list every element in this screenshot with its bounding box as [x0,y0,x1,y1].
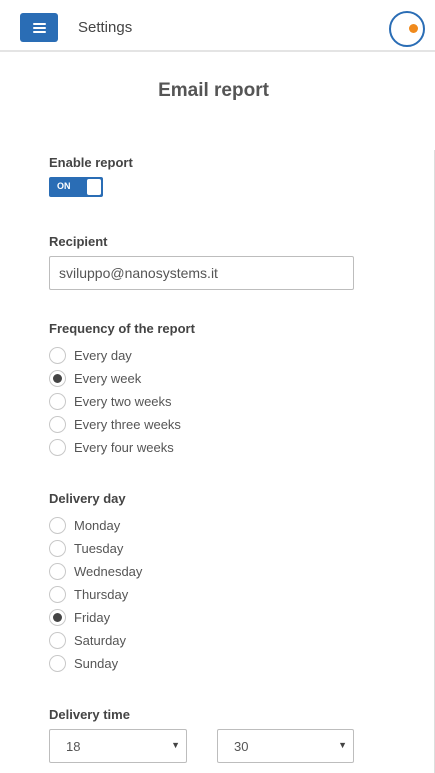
delivery-day-option-label: Thursday [74,586,129,602]
frequency-option[interactable]: Every four weeks [49,437,174,457]
frequency-option[interactable]: Every three weeks [49,414,181,434]
recipient-label: Recipient [49,234,108,249]
delivery-day-option[interactable]: Monday [49,515,120,535]
radio-button-checked[interactable] [49,369,66,387]
recipient-email-field[interactable] [49,256,354,290]
frequency-option-label: Every four weeks [74,439,174,455]
delivery-day-option[interactable]: Friday [49,607,110,627]
minute-select[interactable]: 30 ▼ [217,729,354,763]
hamburger-menu-icon [32,22,46,33]
radio-button[interactable] [49,438,66,456]
frequency-option-label: Every three weeks [74,416,181,432]
delivery-day-option[interactable]: Tuesday [49,538,123,558]
delivery-day-option[interactable]: Saturday [49,630,126,650]
delivery-day-option-label: Sunday [74,655,119,671]
radio-button[interactable] [49,539,66,557]
logo-dot-icon [409,24,418,33]
delivery-day-option-label: Friday [74,609,111,625]
dropdown-caret-icon: ▼ [338,740,347,750]
radio-button[interactable] [49,562,66,580]
delivery-time-label: Delivery time [49,707,130,722]
frequency-option-label: Every day [74,347,132,363]
delivery-day-option-label: Tuesday [74,540,124,556]
toggle-state-text: ON [57,181,71,191]
frequency-option[interactable]: Every week [49,368,141,388]
delivery-day-option[interactable]: Thursday [49,584,128,604]
delivery-day-option-label: Wednesday [74,563,143,579]
page-title: Email report [158,80,269,101]
frequency-option[interactable]: Every day [49,345,132,365]
top-bar: Settings [0,0,435,52]
brand-logo-icon [389,11,425,47]
frequency-option[interactable]: Every two weeks [49,391,172,411]
menu-button[interactable] [20,13,58,42]
frequency-option-label: Every two weeks [74,393,172,409]
radio-button-checked[interactable] [49,608,66,626]
delivery-day-option-label: Saturday [74,632,127,648]
radio-button[interactable] [49,415,66,433]
radio-button[interactable] [49,585,66,603]
enable-report-label: Enable report [49,155,133,170]
enable-report-toggle[interactable]: ON [49,177,103,197]
radio-button[interactable] [49,392,66,410]
app-title: Settings [78,19,133,36]
delivery-day-label: Delivery day [49,491,126,506]
hour-select[interactable]: 18 ▼ [49,729,187,763]
radio-button[interactable] [49,516,66,534]
frequency-option-label: Every week [74,370,142,386]
delivery-day-option-label: Monday [74,517,121,533]
toggle-knob [87,179,101,195]
delivery-day-option[interactable]: Sunday [49,653,118,673]
delivery-day-option[interactable]: Wednesday [49,561,142,581]
hour-select-value: 18 [66,739,81,754]
minute-select-value: 30 [234,739,249,754]
radio-button[interactable] [49,654,66,672]
frequency-label: Frequency of the report [49,321,195,336]
dropdown-caret-icon: ▼ [171,740,180,750]
radio-button[interactable] [49,631,66,649]
radio-button[interactable] [49,346,66,364]
